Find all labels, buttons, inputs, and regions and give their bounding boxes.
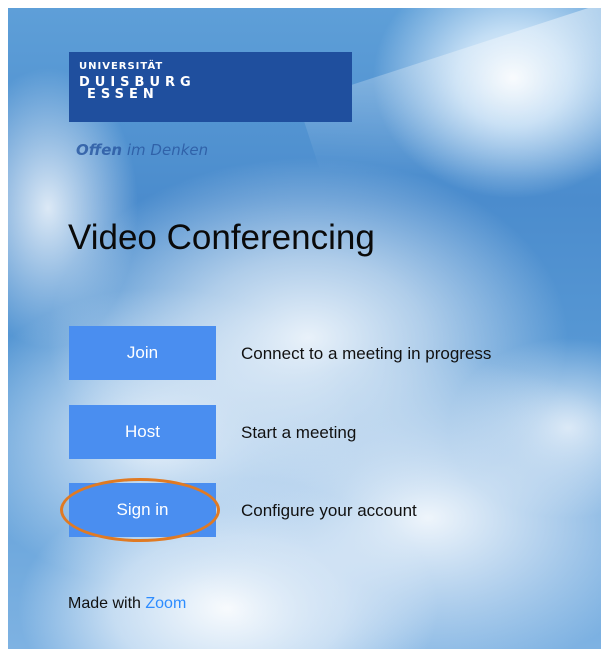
join-description: Connect to a meeting in progress: [241, 344, 492, 363]
university-logo: UNIVERSITÄT DUISBURG ESSEN: [69, 52, 352, 122]
join-button[interactable]: Join: [69, 326, 216, 380]
logo-line-essen: ESSEN: [87, 87, 159, 102]
logo-slogan: Offen im Denken: [76, 141, 208, 159]
slogan-rest: im Denken: [122, 141, 209, 159]
page-background: UNIVERSITÄT DUISBURG ESSEN Offen im Denk…: [8, 8, 601, 649]
page-title: Video Conferencing: [68, 218, 375, 257]
logo-line-universitaet: UNIVERSITÄT: [79, 61, 164, 72]
sign-in-description: Configure your account: [241, 501, 417, 520]
host-description: Start a meeting: [241, 423, 357, 442]
zoom-link[interactable]: Zoom: [145, 595, 186, 612]
sign-in-button[interactable]: Sign in: [69, 483, 216, 537]
host-button[interactable]: Host: [69, 405, 216, 459]
footer: Made with Zoom: [68, 595, 186, 613]
footer-prefix: Made with: [68, 595, 146, 612]
slogan-bold: Offen: [76, 141, 123, 159]
